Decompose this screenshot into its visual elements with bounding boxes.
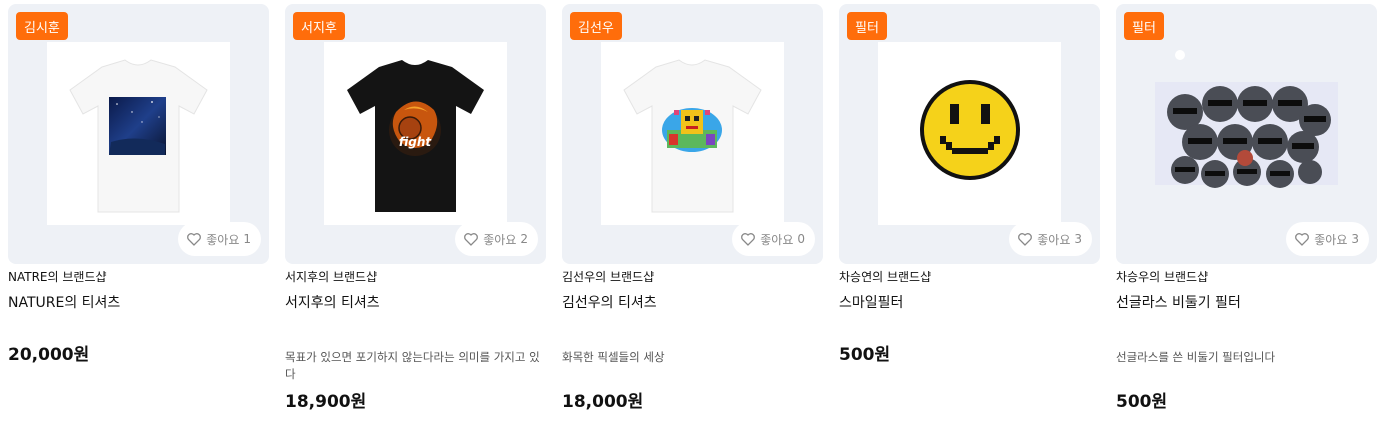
like-count: 3 <box>1351 232 1359 246</box>
shop-name[interactable]: 김선우의 브랜드샵 <box>562 268 823 285</box>
black-tshirt-fight-image: fight <box>324 42 507 225</box>
seller-badge: 김시훈 <box>16 12 68 40</box>
product-grid: 김시훈 좋아요 1 NATRE의 브랜드샵 NATURE의 티셔츠 20,000… <box>8 4 1378 424</box>
like-count: 2 <box>520 232 528 246</box>
seller-badge: 서지후 <box>293 12 345 40</box>
like-button[interactable]: 좋아요 0 <box>732 222 815 256</box>
like-label: 좋아요 <box>1037 232 1071 247</box>
product-description: 선글라스를 쓴 비둘기 필터입니다 <box>1116 350 1276 364</box>
product-card[interactable]: 서지후 fight 좋아요 2 서지후의 브랜드샵 서지후의 티셔츠 목표가 있… <box>285 4 546 412</box>
heart-icon <box>1294 231 1310 247</box>
product-thumbnail[interactable]: 필터 좋아요 3 <box>1116 4 1377 264</box>
product-thumbnail[interactable]: 서지후 fight 좋아요 2 <box>285 4 546 264</box>
like-count: 1 <box>243 232 251 246</box>
svg-text:fight: fight <box>399 135 433 149</box>
product-title[interactable]: 김선우의 티셔츠 <box>562 292 823 312</box>
product-thumbnail[interactable]: 김선우 좋아요 0 <box>562 4 823 264</box>
white-tshirt-pixel-characters-image <box>601 42 784 225</box>
product-card[interactable]: 필터 좋아요 3 차승우의 브랜드샵 선글라스 비둘기 필터 선글라스를 쓴 비… <box>1116 4 1377 412</box>
heart-icon <box>186 231 202 247</box>
product-card[interactable]: 필터 좋아요 3 차승연의 브랜드샵 스마일필터 500원 <box>839 4 1100 365</box>
like-button[interactable]: 좋아요 2 <box>455 222 538 256</box>
product-description: 목표가 있으면 포기하지 않는다라는 의미를 가지고 있다 <box>285 350 540 381</box>
seller-badge: 필터 <box>847 12 887 40</box>
product-title[interactable]: 서지후의 티셔츠 <box>285 292 546 312</box>
product-price: 20,000원 <box>8 345 90 365</box>
like-button[interactable]: 좋아요 3 <box>1009 222 1092 256</box>
like-label: 좋아요 <box>760 232 794 247</box>
pigeons-sunglasses-image <box>1155 42 1338 225</box>
shop-name[interactable]: 서지후의 브랜드샵 <box>285 268 546 285</box>
seller-badge: 김선우 <box>570 12 622 40</box>
like-label: 좋아요 <box>483 232 517 247</box>
like-button[interactable]: 좋아요 3 <box>1286 222 1369 256</box>
product-description: 화목한 픽셀들의 세상 <box>562 350 665 364</box>
like-label: 좋아요 <box>206 232 240 247</box>
shop-name[interactable]: 차승연의 브랜드샵 <box>839 268 1100 285</box>
product-title[interactable]: 스마일필터 <box>839 292 1100 312</box>
seller-badge: 필터 <box>1124 12 1164 40</box>
product-price: 18,900원 <box>285 392 367 412</box>
like-label: 좋아요 <box>1314 232 1348 247</box>
white-tshirt-night-sky-image <box>47 42 230 225</box>
product-thumbnail[interactable]: 필터 좋아요 3 <box>839 4 1100 264</box>
product-card[interactable]: 김선우 좋아요 0 김선우의 브랜드샵 김선우의 티셔츠 화목한 픽셀들의 세상… <box>562 4 823 412</box>
product-price: 18,000원 <box>562 392 644 412</box>
shop-name[interactable]: 차승우의 브랜드샵 <box>1116 268 1377 285</box>
heart-icon <box>463 231 479 247</box>
product-price: 500원 <box>1116 392 1168 412</box>
heart-icon <box>1017 231 1033 247</box>
product-price: 500원 <box>839 345 891 365</box>
product-thumbnail[interactable]: 김시훈 좋아요 1 <box>8 4 269 264</box>
product-title[interactable]: 선글라스 비둘기 필터 <box>1116 292 1377 312</box>
product-card[interactable]: 김시훈 좋아요 1 NATRE의 브랜드샵 NATURE의 티셔츠 20,000… <box>8 4 269 365</box>
like-count: 0 <box>797 232 805 246</box>
like-count: 3 <box>1074 232 1082 246</box>
like-button[interactable]: 좋아요 1 <box>178 222 261 256</box>
pixel-smiley-image <box>878 42 1061 225</box>
heart-icon <box>740 231 756 247</box>
shop-name[interactable]: NATRE의 브랜드샵 <box>8 268 269 285</box>
product-title[interactable]: NATURE의 티셔츠 <box>8 292 269 312</box>
